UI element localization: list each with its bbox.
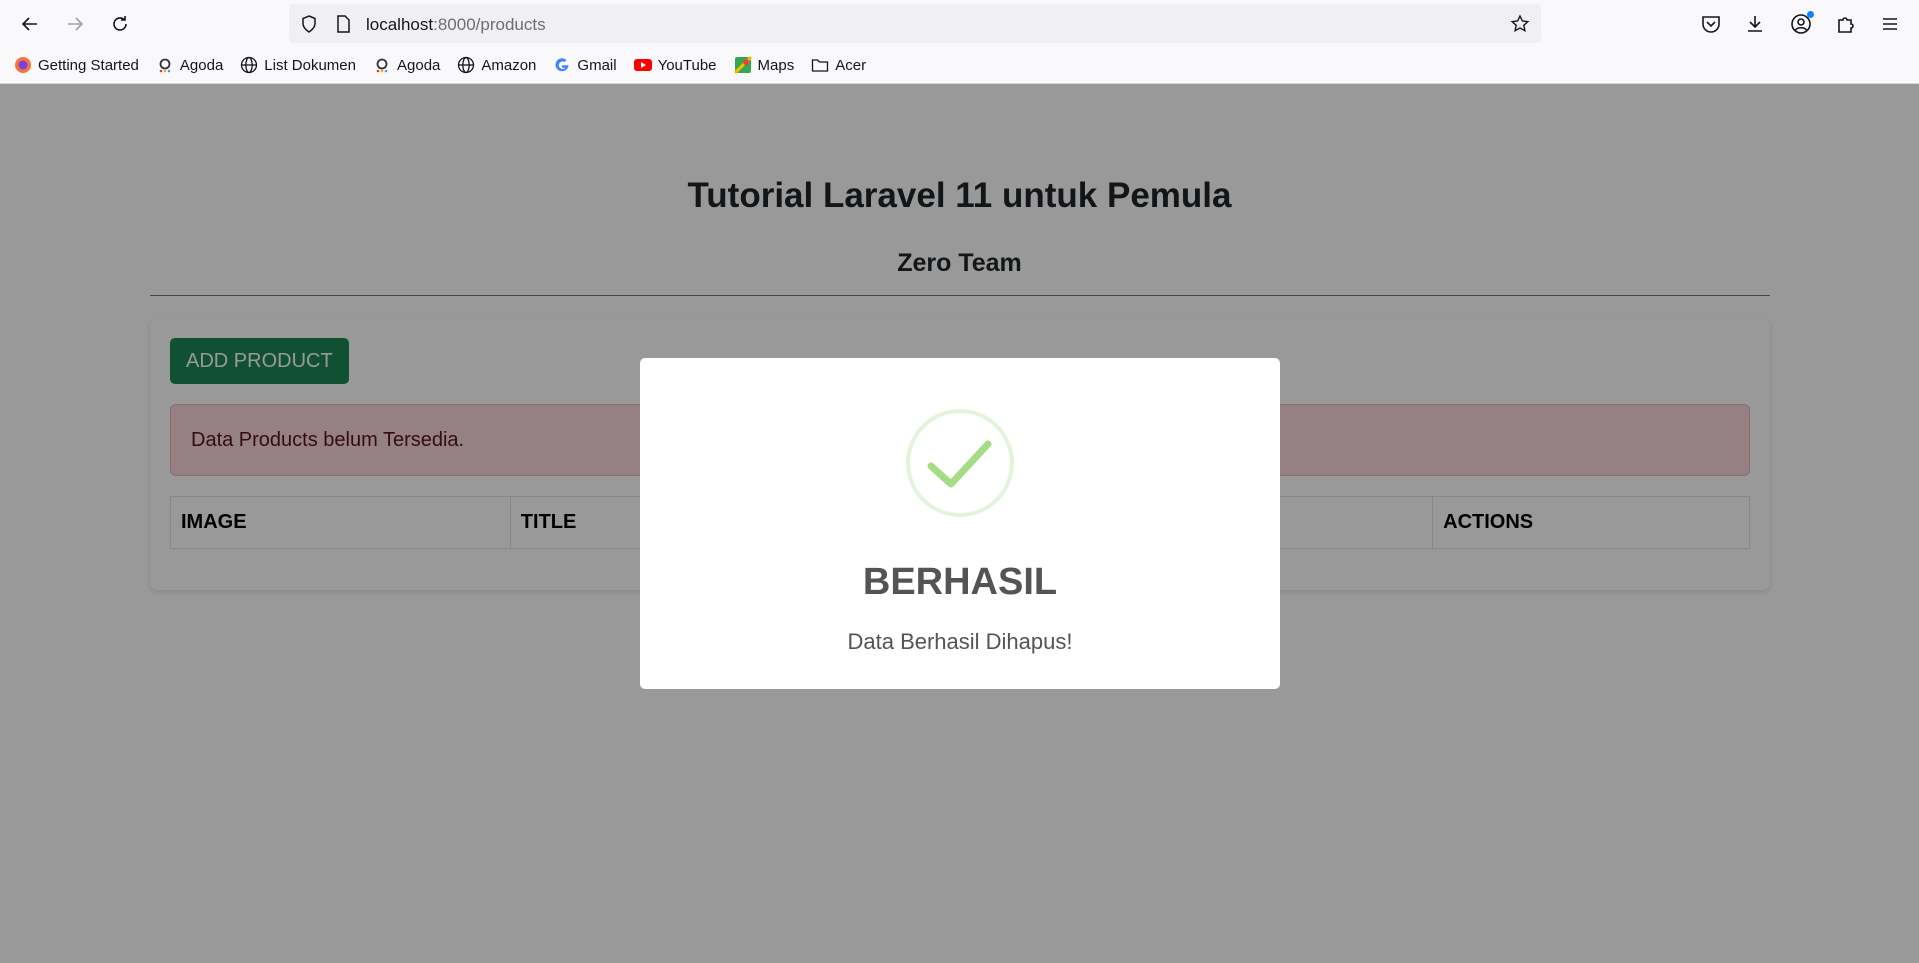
- bookmark-gmail[interactable]: Gmail: [553, 56, 617, 74]
- bookmark-label: Getting Started: [38, 56, 139, 74]
- youtube-icon: [633, 56, 652, 74]
- globe-icon: [457, 56, 475, 74]
- downloads-button[interactable]: [1740, 9, 1770, 39]
- url-text[interactable]: localhost:8000/products: [366, 15, 546, 35]
- success-dialog: BERHASIL Data Berhasil Dihapus!: [640, 358, 1280, 689]
- bookmark-maps[interactable]: Maps: [733, 56, 795, 74]
- dialog-message: Data Berhasil Dihapus!: [847, 629, 1073, 654]
- bookmark-label: YouTube: [657, 56, 717, 74]
- bookmark-folder-acer[interactable]: Acer: [811, 56, 866, 74]
- agoda-icon: [373, 56, 391, 74]
- bookmark-label: Gmail: [577, 56, 617, 74]
- forward-arrow-icon: [68, 17, 84, 31]
- bookmark-youtube[interactable]: YouTube: [633, 56, 717, 74]
- page-info-icon[interactable]: [333, 14, 353, 34]
- maps-icon: [733, 56, 752, 74]
- hamburger-menu-icon: [1883, 18, 1897, 30]
- extensions-button[interactable]: [1831, 9, 1861, 39]
- url-bar[interactable]: localhost:8000/products: [289, 4, 1541, 43]
- browser-toolbar: localhost:8000/products: [0, 0, 1919, 47]
- bookmark-label: Maps: [757, 56, 795, 74]
- bookmark-list-dokumen[interactable]: List Dokumen: [240, 56, 356, 74]
- bookmark-getting-started[interactable]: Getting Started: [14, 56, 139, 74]
- success-check-icon: [906, 409, 1014, 517]
- reload-icon: [113, 16, 127, 31]
- bookmark-agoda[interactable]: Agoda: [156, 56, 223, 74]
- back-button[interactable]: [14, 8, 46, 40]
- menu-button[interactable]: [1875, 9, 1905, 39]
- dialog-title: BERHASIL: [862, 561, 1058, 603]
- google-icon: [553, 56, 571, 74]
- bookmark-label: Amazon: [481, 56, 537, 74]
- shield-icon[interactable]: [299, 14, 319, 34]
- bookmark-label: Agoda: [179, 56, 224, 74]
- bookmark-amazon[interactable]: Amazon: [457, 56, 536, 74]
- pocket-button[interactable]: [1696, 9, 1726, 39]
- url-path: :8000/products: [433, 15, 546, 34]
- download-icon: [1748, 16, 1762, 32]
- firefox-icon: [14, 56, 32, 74]
- bookmark-label: Agoda: [397, 56, 441, 74]
- forward-button[interactable]: [59, 8, 91, 40]
- pocket-icon: [1702, 16, 1720, 33]
- account-button[interactable]: [1786, 9, 1816, 39]
- notification-dot: [1807, 11, 1814, 18]
- url-host: localhost: [366, 15, 434, 34]
- bookmark-label: List Dokumen: [264, 56, 356, 74]
- folder-icon: [811, 56, 829, 74]
- bookmark-label: Acer: [835, 56, 867, 74]
- agoda-icon: [156, 56, 174, 74]
- puzzle-icon: [1838, 17, 1854, 33]
- bookmark-agoda-2[interactable]: Agoda: [373, 56, 440, 74]
- back-arrow-icon: [21, 17, 37, 31]
- bookmarks-bar: Getting Started Agoda List Dokumen Agoda…: [0, 47, 1919, 84]
- reload-button[interactable]: [104, 8, 136, 40]
- globe-icon: [240, 56, 258, 74]
- bookmark-star-icon[interactable]: [1510, 14, 1530, 34]
